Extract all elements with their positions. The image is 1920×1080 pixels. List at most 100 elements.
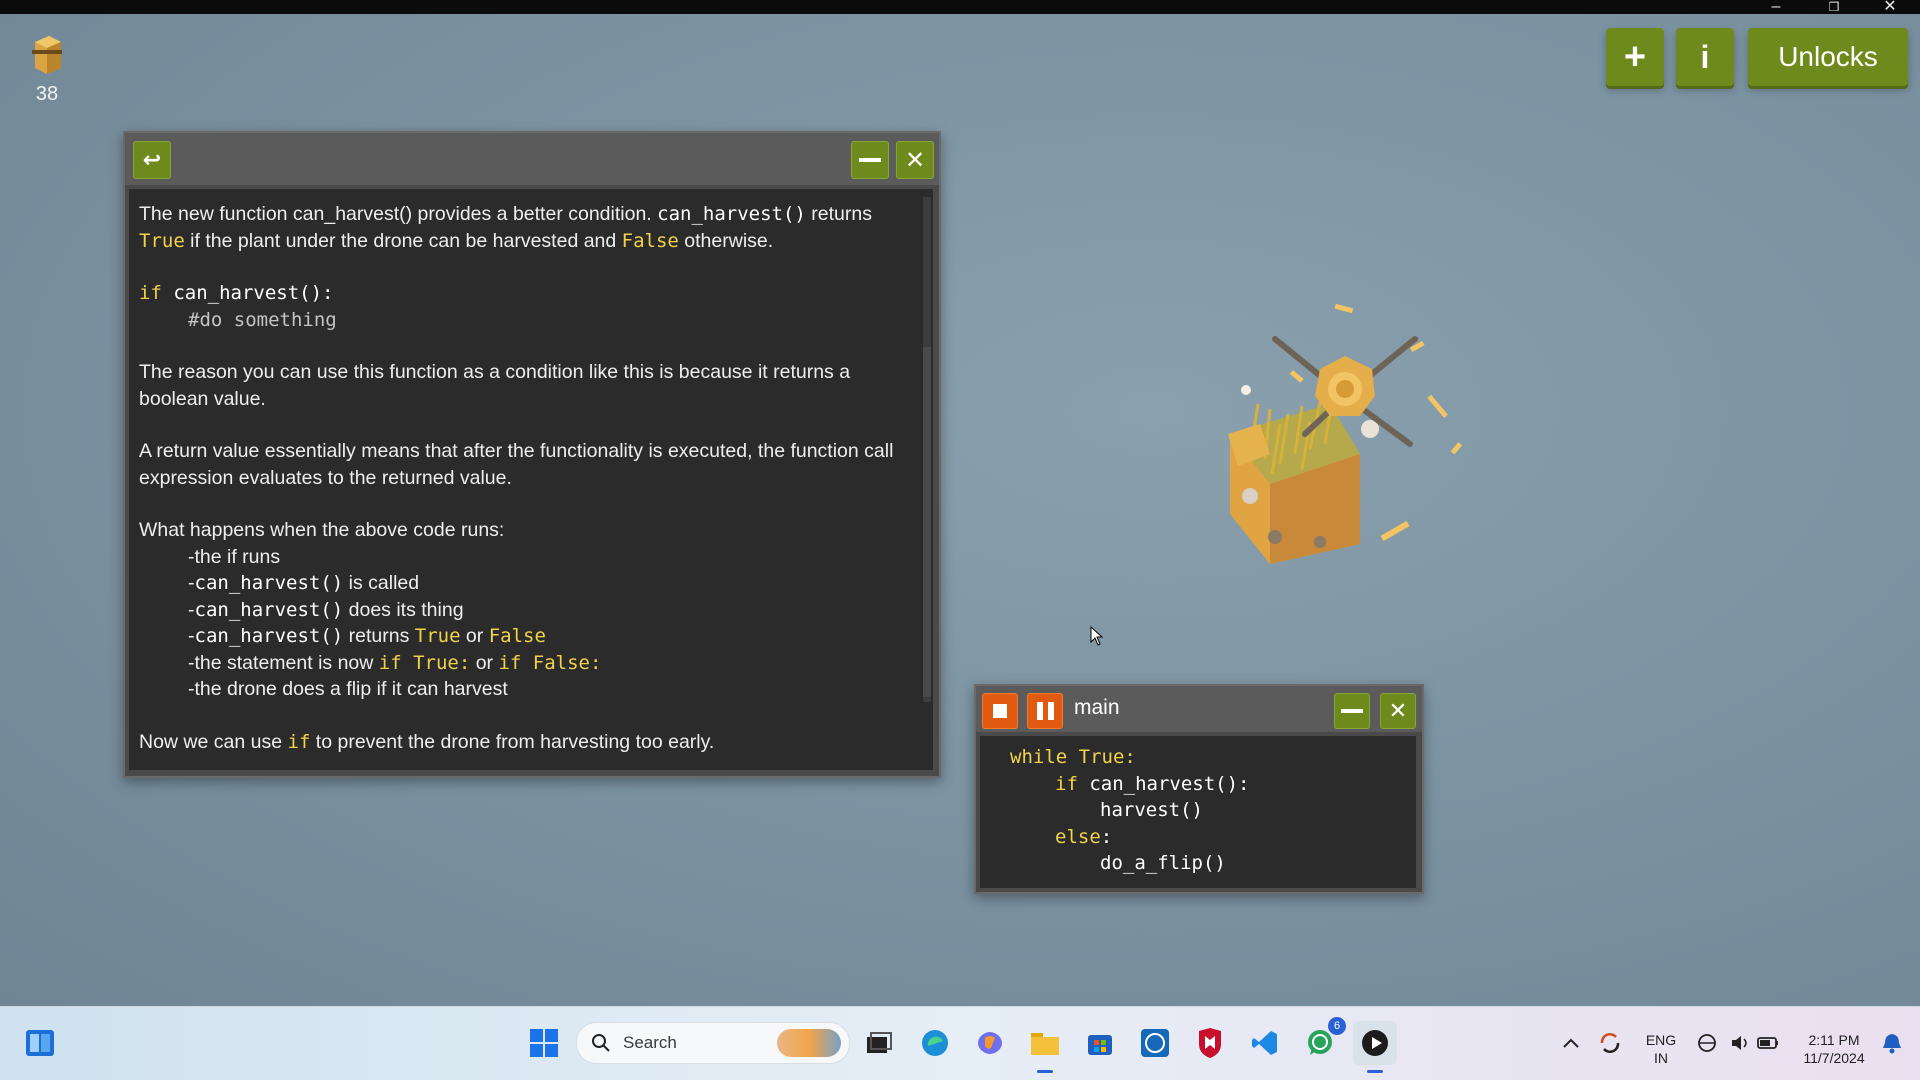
sync-icon bbox=[1600, 1033, 1620, 1053]
language-indicator[interactable]: ENG IN bbox=[1641, 1031, 1681, 1067]
code-line: while True: bbox=[1010, 744, 1416, 771]
info-button[interactable]: i bbox=[1676, 28, 1734, 86]
dell-app-button[interactable] bbox=[1133, 1021, 1177, 1065]
taskbar-search-box[interactable]: Search bbox=[576, 1022, 850, 1064]
back-arrow-icon: ↩ bbox=[142, 147, 162, 172]
code-line: harvest() bbox=[1100, 799, 1203, 821]
boolean-paragraph: The reason you can use this function as … bbox=[139, 361, 851, 410]
intro-text: The new function can_harvest() provides … bbox=[139, 203, 658, 225]
edge-icon bbox=[922, 1030, 948, 1056]
step-item: -the statement is now if True: or if Fal… bbox=[188, 650, 923, 677]
minimize-icon bbox=[1341, 709, 1363, 713]
notifications-button[interactable] bbox=[1872, 1021, 1912, 1065]
inline-code: can_harvest() bbox=[194, 625, 344, 647]
example-code-comment: #do something bbox=[188, 308, 337, 331]
close-panel-button[interactable]: ✕ bbox=[896, 141, 934, 179]
code-line: if can_harvest(): bbox=[1010, 771, 1416, 798]
quick-settings-button[interactable] bbox=[1694, 1021, 1784, 1065]
intro-text: returns bbox=[805, 203, 872, 225]
step-item: -can_harvest() does its thing bbox=[188, 597, 923, 624]
code-line: do_a_flip() bbox=[1100, 852, 1226, 874]
search-icon bbox=[592, 1034, 610, 1052]
step-item: -can_harvest() is called bbox=[188, 570, 923, 597]
clock[interactable]: 2:11 PM 11/7/2024 bbox=[1784, 1031, 1884, 1067]
folder-icon bbox=[1031, 1033, 1059, 1055]
taskbar: Search 6 ENG IN 2:11 PM 11/7/2024 bbox=[0, 1006, 1920, 1080]
step-text: or bbox=[460, 625, 489, 647]
code-keyword: if bbox=[139, 282, 162, 304]
minimize-code-window-button[interactable] bbox=[1334, 693, 1370, 729]
close-window-button[interactable]: ✕ bbox=[1870, 0, 1910, 15]
inline-code: if True: bbox=[378, 651, 471, 674]
code-condition: can_harvest(): bbox=[161, 282, 334, 304]
show-hidden-icons-button[interactable] bbox=[1549, 1021, 1593, 1065]
file-explorer-button[interactable] bbox=[1023, 1021, 1067, 1073]
code-window-name: main bbox=[1074, 696, 1120, 719]
drone-farm-illustration bbox=[1228, 303, 1463, 564]
inline-code: if False: bbox=[498, 651, 602, 674]
code-editor[interactable]: while True: if can_harvest(): harvest() … bbox=[980, 736, 1416, 888]
back-button[interactable]: ↩ bbox=[133, 141, 171, 179]
step-text: is called bbox=[343, 572, 420, 594]
widgets-icon bbox=[26, 1030, 54, 1056]
code-window-main: main ✕ while True: if can_harvest(): har… bbox=[974, 684, 1424, 894]
code-text: can_harvest(): bbox=[1077, 772, 1250, 795]
intro-paragraph: The new function can_harvest() provides … bbox=[139, 201, 923, 254]
game-viewport: 38 + i Unlocks ↩ ✕ The new function can_… bbox=[0, 14, 1920, 1006]
minimize-panel-button[interactable] bbox=[851, 141, 889, 179]
network-volume-battery-icon bbox=[1698, 1034, 1778, 1052]
minimize-window-button[interactable]: – bbox=[1756, 0, 1796, 15]
inline-code: can_harvest() bbox=[194, 598, 344, 621]
microsoft-store-button[interactable] bbox=[1078, 1021, 1122, 1065]
app-titlebar: – ❐ ✕ bbox=[0, 0, 1920, 15]
hay-count: 38 bbox=[35, 83, 59, 105]
hay-resource-counter: 38 bbox=[26, 32, 68, 106]
inline-code: can_harvest() bbox=[194, 572, 344, 594]
scrollbar-thumb[interactable] bbox=[923, 347, 931, 697]
code-window-titlebar[interactable]: main ✕ bbox=[976, 686, 1422, 732]
step-item: -the if runs bbox=[188, 545, 281, 568]
task-view-button[interactable] bbox=[857, 1021, 901, 1065]
steps-list: -the if runs -can_harvest() is called -c… bbox=[139, 544, 923, 703]
chevron-up-icon bbox=[1563, 1038, 1579, 1048]
mcafee-button[interactable] bbox=[1188, 1021, 1232, 1065]
code-line: else: bbox=[1010, 824, 1416, 851]
stop-button[interactable] bbox=[982, 693, 1018, 729]
step-text: returns bbox=[343, 625, 415, 647]
widgets-button[interactable] bbox=[18, 1021, 62, 1065]
store-icon bbox=[1088, 1035, 1112, 1055]
pause-button[interactable] bbox=[1027, 693, 1063, 729]
dell-icon bbox=[1141, 1029, 1169, 1057]
whatsapp-button[interactable]: 6 bbox=[1298, 1017, 1346, 1065]
code-punct: : bbox=[1124, 746, 1136, 768]
start-button[interactable] bbox=[522, 1021, 566, 1065]
add-button[interactable]: + bbox=[1606, 28, 1664, 86]
notification-badge: 6 bbox=[1328, 1017, 1346, 1035]
vscode-icon bbox=[1252, 1031, 1277, 1055]
game-app-button[interactable] bbox=[1353, 1021, 1397, 1073]
code-punct: : bbox=[1100, 825, 1113, 848]
what-happens-heading: What happens when the above code runs: bbox=[139, 519, 505, 541]
vscode-button[interactable] bbox=[1243, 1021, 1287, 1065]
closing-text: to prevent the drone from harvesting too… bbox=[310, 730, 715, 753]
tutorial-text: The new function can_harvest() provides … bbox=[129, 189, 933, 770]
copilot-button[interactable] bbox=[968, 1021, 1012, 1065]
tutorial-scrollbar[interactable] bbox=[923, 197, 931, 702]
mcafee-shield-icon bbox=[1199, 1028, 1221, 1058]
close-code-window-button[interactable]: ✕ bbox=[1380, 693, 1416, 729]
search-highlight-image bbox=[777, 1029, 841, 1057]
clock-date: 11/7/2024 bbox=[1803, 1050, 1865, 1066]
code-keyword: else bbox=[1055, 825, 1101, 848]
intro-text: otherwise. bbox=[678, 229, 774, 252]
intro-text: if the plant under the drone can be harv… bbox=[184, 229, 622, 252]
step-text: or bbox=[470, 651, 499, 674]
sync-tray-button[interactable] bbox=[1588, 1021, 1632, 1065]
hay-bundle-icon bbox=[32, 36, 62, 74]
code-keyword: if bbox=[1055, 772, 1078, 795]
unlocks-button[interactable]: Unlocks bbox=[1748, 28, 1908, 86]
restore-window-button[interactable]: ❐ bbox=[1814, 0, 1854, 14]
clock-time: 2:11 PM bbox=[1808, 1032, 1860, 1048]
edge-browser-button[interactable] bbox=[913, 1021, 957, 1065]
tutorial-panel-titlebar: ↩ ✕ bbox=[125, 133, 939, 185]
closing-paragraph: Now we can use if to prevent the drone f… bbox=[139, 729, 923, 756]
